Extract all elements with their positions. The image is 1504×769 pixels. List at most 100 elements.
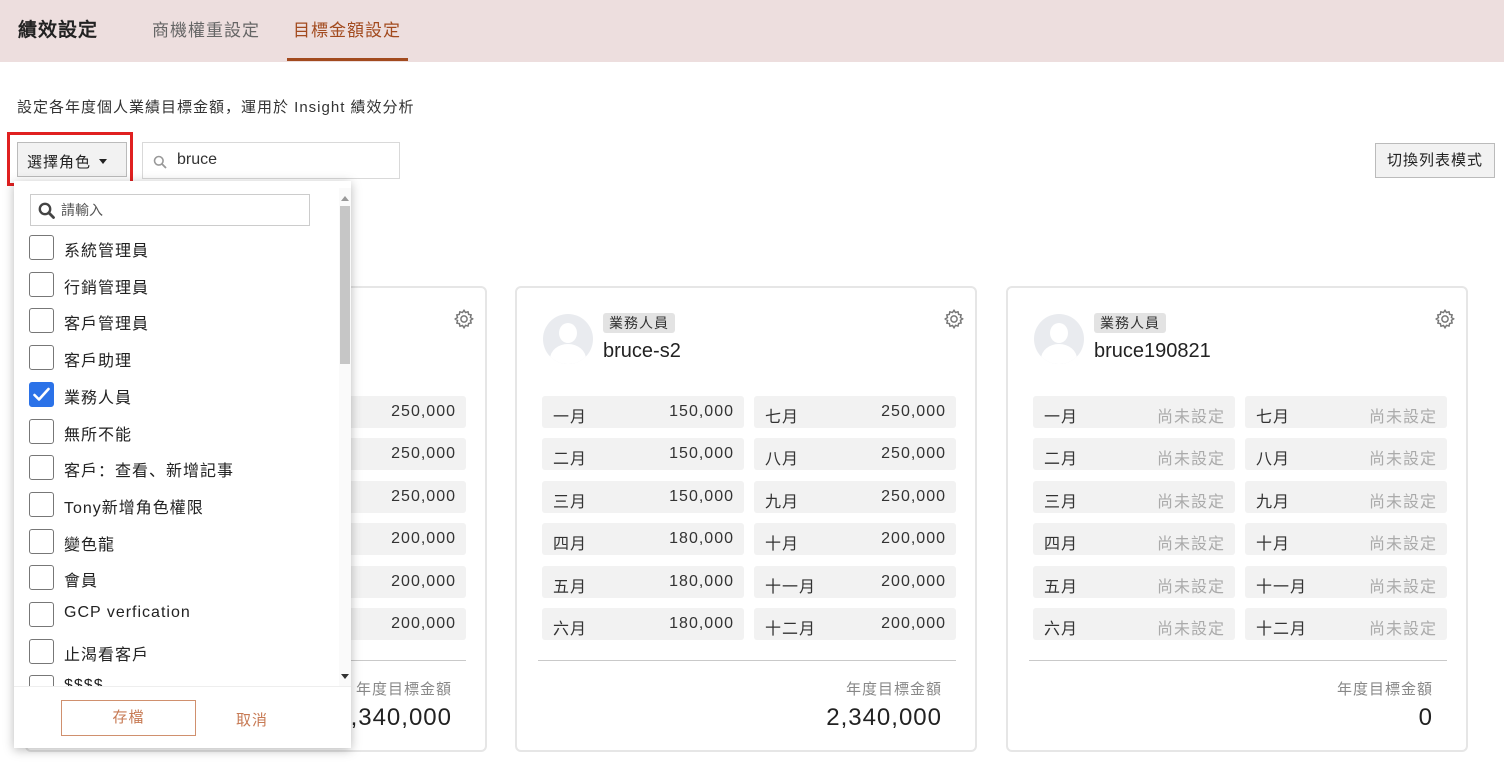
username: bruce-s2: [603, 340, 681, 362]
month-value: 150,000: [669, 487, 734, 505]
save-button[interactable]: 存檔: [61, 700, 196, 736]
month-label: 八月: [765, 451, 800, 469]
month-value: 250,000: [881, 445, 946, 463]
month-target-cell[interactable]: 三月 150,000: [542, 480, 744, 513]
month-label: 六月: [553, 621, 588, 638]
month-value: 200,000: [391, 572, 456, 590]
checkbox[interactable]: [29, 565, 54, 591]
gear-icon[interactable]: [943, 308, 965, 335]
month-target-cell[interactable]: 四月 180,000: [542, 523, 744, 556]
scroll-down-icon[interactable]: [341, 674, 349, 679]
checkbox[interactable]: [29, 271, 54, 297]
month-label: 七月: [1256, 409, 1291, 426]
role-search-box[interactable]: [30, 194, 310, 226]
gear-icon[interactable]: [453, 308, 475, 335]
month-target-cell[interactable]: 二月 尚未設定: [1033, 438, 1235, 471]
role-dropdown: 系統管理員行銷管理員客戶管理員客戶助理業務人員無所不能客戶：查看、新增記事 Ton…: [14, 181, 351, 748]
role-option-label: 業務人員: [64, 389, 133, 407]
month-target-cell[interactable]: 十二月 尚未設定: [1245, 608, 1447, 640]
month-target-cell[interactable]: 十月 尚未設定: [1245, 523, 1447, 556]
checkbox[interactable]: [29, 381, 54, 407]
month-target-cell[interactable]: 八月 250,000: [754, 438, 956, 471]
month-target-cell[interactable]: 一月 150,000: [542, 396, 744, 428]
checkbox[interactable]: [29, 528, 54, 554]
month-target-cell[interactable]: 十二月 200,000: [754, 608, 956, 640]
month-label: 四月: [1044, 536, 1079, 554]
checkbox[interactable]: [29, 675, 54, 686]
role-option-label: 會員: [64, 573, 99, 591]
checkbox[interactable]: [29, 602, 54, 627]
role-option-label: 無所不能: [64, 426, 133, 444]
month-target-cell[interactable]: 九月 250,000: [754, 480, 956, 513]
user-target-card: 業務人員 bruce-s2 一月 150,000 二月 150,000 三月 150,000 四…: [515, 286, 977, 752]
role-option-label: 客戶：查看、新增記事: [64, 463, 235, 481]
checkbox[interactable]: [29, 455, 54, 481]
month-target-cell[interactable]: 九月 尚未設定: [1245, 480, 1447, 513]
month-value: 尚未設定: [1368, 621, 1437, 638]
user-target-card: 業務人員 bruce190821 一月 尚未設定 二月 尚未設定 三月 尚未設定 四月 尚未設定五…: [1006, 286, 1468, 752]
month-label: 二月: [553, 451, 588, 469]
month-label: 三月: [553, 493, 588, 511]
month-target-cell[interactable]: 一月 尚未設定: [1033, 396, 1235, 428]
month-value: 180,000: [669, 572, 734, 590]
month-target-cell[interactable]: 七月 尚未設定: [1245, 396, 1447, 428]
scrollbar[interactable]: [339, 188, 351, 688]
month-value: 尚未設定: [1368, 409, 1437, 426]
month-label: 四月: [553, 536, 588, 554]
month-label: 八月: [1256, 451, 1291, 469]
checkbox[interactable]: [29, 491, 54, 517]
month-value: 150,000: [669, 445, 734, 463]
month-target-cell[interactable]: 十一月 200,000: [754, 565, 956, 598]
month-value: 尚未設定: [1156, 451, 1225, 469]
checkbox[interactable]: [29, 308, 54, 334]
month-value: 200,000: [391, 530, 456, 548]
month-label: 十二月: [765, 621, 817, 638]
month-target-cell[interactable]: 二月 150,000: [542, 438, 744, 471]
top-header: 績效設定 商機權重設定 目標金額設定: [0, 0, 1504, 62]
active-tab-indicator: [287, 58, 408, 61]
month-value: 尚未設定: [1368, 451, 1437, 469]
month-target-cell[interactable]: 三月 尚未設定: [1033, 480, 1235, 513]
page-description: 設定各年度個人業績目標金額，運用於 Insight 績效分析: [17, 99, 415, 116]
scroll-up-icon[interactable]: [341, 196, 349, 201]
month-target-cell[interactable]: 七月 250,000: [754, 396, 956, 428]
month-label: 七月: [765, 409, 800, 426]
month-target-cell[interactable]: 八月 尚未設定: [1245, 438, 1447, 471]
cancel-button[interactable]: 取消: [236, 709, 268, 730]
month-value: 200,000: [881, 615, 946, 632]
month-label: 十月: [765, 536, 800, 554]
checkbox[interactable]: [29, 345, 54, 371]
month-label: 十二月: [1256, 621, 1308, 638]
month-value: 尚未設定: [1368, 536, 1437, 554]
role-search-input[interactable]: [61, 202, 301, 218]
checkbox[interactable]: [29, 235, 54, 260]
gear-icon[interactable]: [1434, 308, 1456, 335]
month-target-cell[interactable]: 四月 尚未設定: [1033, 523, 1235, 556]
role-badge: 業務人員: [1094, 313, 1166, 333]
user-search-box[interactable]: [142, 142, 400, 179]
checkbox[interactable]: [29, 418, 54, 444]
month-target-cell[interactable]: 六月 尚未設定: [1033, 608, 1235, 640]
tab-opportunity-weight[interactable]: 商機權重設定: [152, 16, 260, 41]
month-value: 250,000: [881, 403, 946, 420]
month-target-cell[interactable]: 五月 180,000: [542, 565, 744, 598]
month-target-cell[interactable]: 十月 200,000: [754, 523, 956, 556]
month-label: 五月: [1044, 578, 1079, 596]
dropdown-footer: 存檔 取消: [14, 686, 351, 748]
month-label: 一月: [553, 409, 588, 426]
checkbox[interactable]: [29, 638, 54, 664]
role-option-label: 變色龍: [64, 536, 116, 554]
month-label: 二月: [1044, 451, 1079, 469]
scrollbar-thumb[interactable]: [340, 206, 350, 364]
tab-target-amount[interactable]: 目標金額設定: [293, 16, 401, 41]
month-target-cell[interactable]: 六月 180,000: [542, 608, 744, 640]
toggle-list-mode-button[interactable]: 切換列表模式: [1375, 143, 1495, 178]
month-value: 200,000: [391, 615, 456, 632]
role-select-button[interactable]: 選擇角色: [17, 142, 127, 177]
search-icon: [153, 155, 167, 174]
month-target-cell[interactable]: 十一月 尚未設定: [1245, 565, 1447, 598]
month-label: 九月: [765, 493, 800, 511]
user-search-input[interactable]: [177, 151, 387, 169]
role-option-label: 行銷管理員: [64, 279, 150, 297]
month-target-cell[interactable]: 五月 尚未設定: [1033, 565, 1235, 598]
